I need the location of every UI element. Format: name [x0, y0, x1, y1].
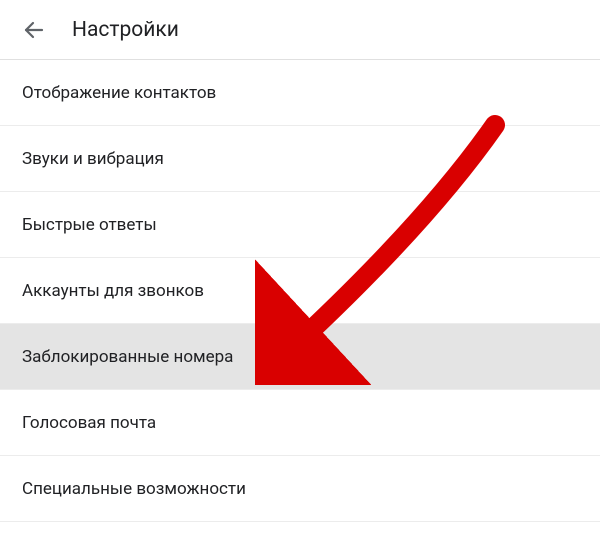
settings-item-quick-replies[interactable]: Быстрые ответы — [0, 192, 600, 258]
settings-item-accessibility[interactable]: Специальные возможности — [0, 456, 600, 522]
back-arrow-icon — [22, 18, 46, 42]
settings-item-blocked-numbers[interactable]: Заблокированные номера — [0, 324, 600, 390]
settings-item-label: Специальные возможности — [22, 479, 246, 499]
settings-item-label: Голосовая почта — [22, 413, 156, 433]
settings-item-label: Звуки и вибрация — [22, 149, 164, 169]
page-title: Настройки — [72, 18, 179, 42]
settings-item-sounds-vibration[interactable]: Звуки и вибрация — [0, 126, 600, 192]
back-button[interactable] — [12, 8, 56, 52]
settings-item-label: Аккаунты для звонков — [22, 281, 204, 301]
settings-item-call-accounts[interactable]: Аккаунты для звонков — [0, 258, 600, 324]
settings-item-label: Быстрые ответы — [22, 215, 157, 235]
settings-item-label: Отображение контактов — [22, 83, 216, 103]
settings-item-contacts-display[interactable]: Отображение контактов — [0, 60, 600, 126]
settings-item-label: Заблокированные номера — [22, 347, 233, 367]
header: Настройки — [0, 0, 600, 60]
settings-list: Отображение контактов Звуки и вибрация Б… — [0, 60, 600, 522]
settings-item-voicemail[interactable]: Голосовая почта — [0, 390, 600, 456]
